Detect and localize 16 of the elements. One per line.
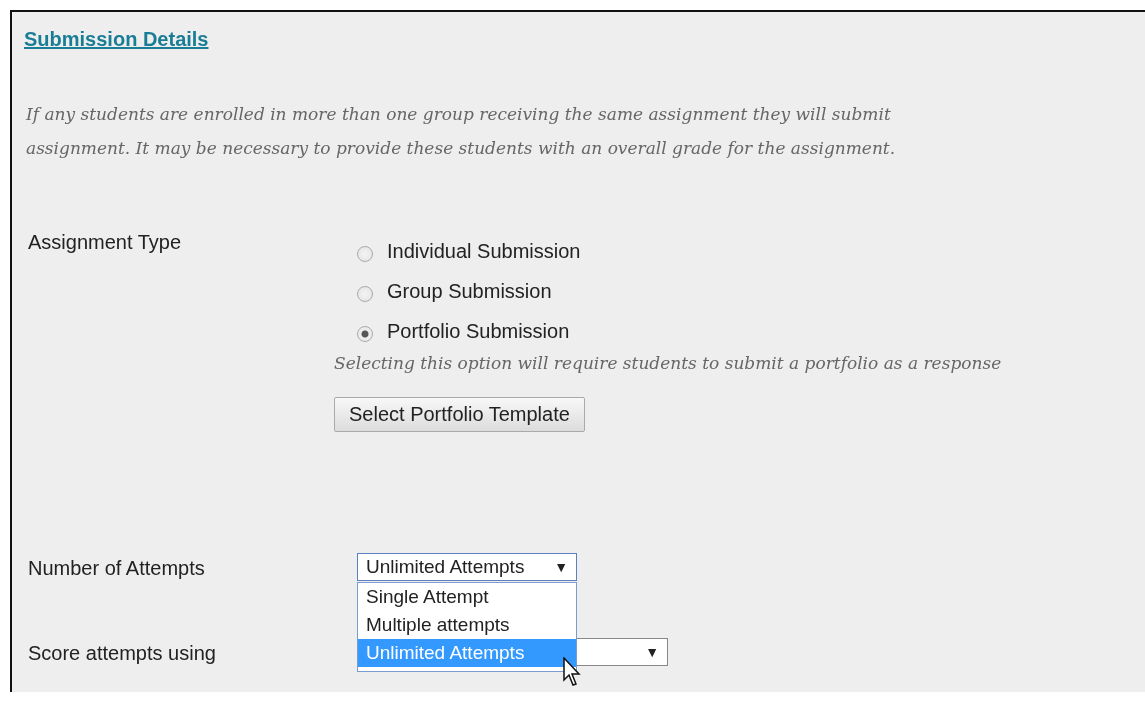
section-title-link[interactable]: Submission Details <box>24 28 209 51</box>
radio-button[interactable] <box>357 286 373 302</box>
caret-icon: ▼ <box>645 644 659 660</box>
caret-icon: ▼ <box>554 559 568 575</box>
attempts-select[interactable]: Unlimited Attempts ▼ <box>357 553 577 581</box>
help-text: Selecting this option will require students to submit a portfolio as a response <box>334 353 1002 373</box>
info-note: If any students are enrolled in more than one group receiving the same assignment they will submit assignment. It may be necessary to provide these students with an overall grade for the assignment. <box>26 103 897 160</box>
field-label: Assignment Type <box>27 231 183 254</box>
radio-label[interactable]: Individual Submission <box>387 239 581 263</box>
radio-label[interactable]: Group Submission <box>387 279 552 303</box>
radio-button[interactable] <box>357 246 373 262</box>
select-template-button[interactable]: Select Portfolio Template <box>334 397 585 432</box>
radio-label[interactable]: Portfolio Submission <box>387 319 570 343</box>
field-label: Score attempts using <box>27 642 217 665</box>
field-label: Number of Attempts <box>27 557 206 580</box>
radio-button[interactable] <box>357 326 373 342</box>
